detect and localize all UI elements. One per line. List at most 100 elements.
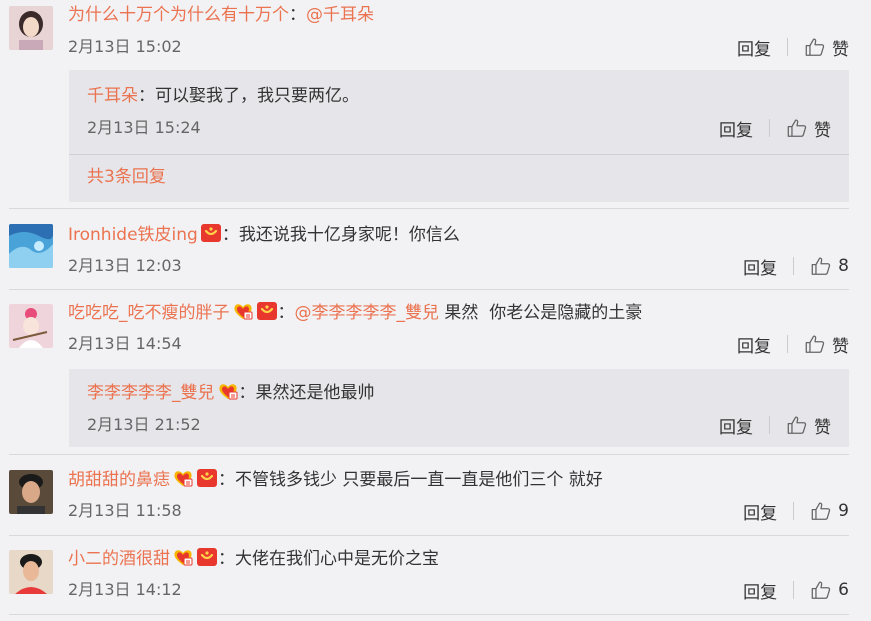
mention-link[interactable]: @李李李李李_雙兒 (295, 303, 440, 323)
reply-button[interactable]: 回复 (737, 35, 771, 60)
like-button[interactable]: 赞 (786, 116, 831, 141)
reply-actions: 回复 赞 (719, 413, 831, 438)
like-count: 6 (838, 580, 849, 600)
reply-text-line: 千耳朵：可以娶我了，我只要两亿。 (87, 84, 359, 108)
comment-actions: 回复 赞 (737, 332, 849, 357)
comment-timestamp: 2月13日 11:58 (68, 501, 182, 520)
vip-badge-icon (200, 223, 222, 243)
vip-badge-icon (256, 301, 278, 321)
fan-badge-icon (172, 547, 194, 567)
like-label: 赞 (832, 39, 849, 60)
action-divider (793, 502, 795, 520)
colon-separator: ： (218, 470, 235, 490)
fan-badge-icon (217, 381, 239, 401)
username-link[interactable]: 胡甜甜的鼻痣 (68, 470, 170, 490)
colon-separator: ： (218, 549, 235, 569)
comment-text-line: 小二的酒很甜 ：大佬在我们心中是无价之宝 (68, 547, 439, 571)
like-label: 赞 (814, 120, 831, 141)
comment-text: 果然 你老公是隐藏的土豪 (439, 303, 643, 323)
like-button[interactable]: 8 (810, 255, 849, 277)
thumbs-up-icon (810, 500, 832, 522)
reply-timestamp: 2月13日 21:52 (87, 415, 201, 434)
more-replies-link[interactable]: 共3条回复 (87, 165, 166, 189)
username-link[interactable]: 小二的酒很甜 (68, 549, 170, 569)
comment-text: 大佬在我们心中是无价之宝 (235, 549, 439, 569)
colon-separator: ： (238, 383, 256, 403)
comment-divider (9, 535, 849, 536)
username-link[interactable]: 吃吃吃_吃不瘦的胖子 (68, 303, 230, 323)
action-divider (787, 38, 788, 56)
reply-button[interactable]: 回复 (719, 116, 753, 141)
thumbs-up-icon (810, 255, 832, 277)
thumbs-up-icon (786, 117, 808, 139)
username-link[interactable]: 为什么十万个为什么有十万个 (68, 5, 289, 25)
colon-separator: ： (221, 225, 239, 245)
avatar[interactable] (9, 6, 53, 50)
like-count: 8 (838, 256, 849, 276)
reply-text: 果然还是他最帅 (255, 383, 375, 403)
avatar[interactable] (9, 304, 53, 348)
reply-button[interactable]: 回复 (719, 413, 753, 438)
like-button[interactable]: 赞 (786, 413, 831, 438)
action-divider (769, 119, 770, 137)
action-divider (793, 257, 795, 275)
reply-button[interactable]: 回复 (743, 578, 777, 603)
like-label: 赞 (832, 336, 849, 357)
reply-text: 可以娶我了，我只要两亿。 (155, 86, 359, 106)
avatar[interactable] (9, 550, 53, 594)
like-label: 赞 (814, 417, 831, 438)
colon-separator: ： (289, 5, 306, 25)
comment-divider (9, 208, 849, 209)
username-link[interactable]: 千耳朵 (87, 86, 138, 106)
like-button[interactable]: 赞 (804, 332, 849, 357)
avatar[interactable] (9, 470, 53, 514)
comment-text-line: 胡甜甜的鼻痣 ：不管钱多钱少 只要最后一直一直是他们三个 就好 (68, 468, 603, 492)
reply-button[interactable]: 回复 (737, 332, 771, 357)
reply-timestamp: 2月13日 15:24 (87, 118, 201, 137)
action-divider (769, 416, 770, 434)
thumbs-up-icon (804, 36, 826, 58)
vip-badge-icon (196, 547, 218, 567)
like-button[interactable]: 9 (810, 500, 849, 522)
comment-timestamp: 2月13日 14:54 (68, 334, 182, 353)
comment-divider (9, 454, 849, 455)
comment-timestamp: 2月13日 12:03 (68, 256, 182, 275)
mention-link[interactable]: @千耳朵 (306, 5, 374, 25)
like-count: 9 (838, 501, 849, 521)
comment-actions: 回复 8 (743, 254, 849, 279)
comment-text-line: 吃吃吃_吃不瘦的胖子 ：@李李李李李_雙兒 果然 你老公是隐藏的土豪 (68, 301, 642, 325)
comment-text-line: Ironhide铁皮ing ：我还说我十亿身家呢！你信么 (68, 223, 460, 247)
reply-divider (69, 154, 849, 155)
reply-box: 千耳朵：可以娶我了，我只要两亿。 2月13日 15:24 回复 赞 共3条回复 (69, 70, 849, 202)
reply-button[interactable]: 回复 (743, 254, 777, 279)
colon-separator: ： (138, 86, 155, 106)
comment-divider (9, 289, 849, 290)
fan-badge-icon (232, 301, 254, 321)
comment-actions: 回复 赞 (737, 35, 849, 60)
comment-text-line: 为什么十万个为什么有十万个：@千耳朵 (68, 3, 374, 27)
comment-actions: 回复 9 (743, 499, 849, 524)
reply-button[interactable]: 回复 (743, 499, 777, 524)
avatar[interactable] (9, 224, 53, 268)
thumbs-up-icon (804, 333, 826, 355)
username-link[interactable]: Ironhide铁皮ing (68, 225, 198, 245)
vip-badge-icon (196, 468, 218, 488)
thumbs-up-icon (786, 414, 808, 436)
comment-divider (9, 614, 849, 615)
colon-separator: ： (277, 303, 295, 323)
fan-badge-icon (172, 468, 194, 488)
reply-actions: 回复 赞 (719, 116, 831, 141)
comment-timestamp: 2月13日 15:02 (68, 37, 182, 56)
reply-text-line: 李李李李李_雙兒 ：果然还是他最帅 (87, 381, 375, 405)
action-divider (787, 335, 788, 353)
thumbs-up-icon (810, 579, 832, 601)
comment-timestamp: 2月13日 14:12 (68, 580, 182, 599)
comment-text: 我还说我十亿身家呢！你信么 (238, 225, 460, 245)
comment-text: 不管钱多钱少 只要最后一直一直是他们三个 就好 (235, 470, 603, 490)
like-button[interactable]: 6 (810, 579, 849, 601)
reply-box: 李李李李李_雙兒 ：果然还是他最帅 2月13日 21:52 回复 赞 (69, 369, 849, 447)
action-divider (793, 581, 795, 599)
comment-actions: 回复 6 (743, 578, 849, 603)
like-button[interactable]: 赞 (804, 35, 849, 60)
username-link[interactable]: 李李李李李_雙兒 (87, 383, 215, 403)
